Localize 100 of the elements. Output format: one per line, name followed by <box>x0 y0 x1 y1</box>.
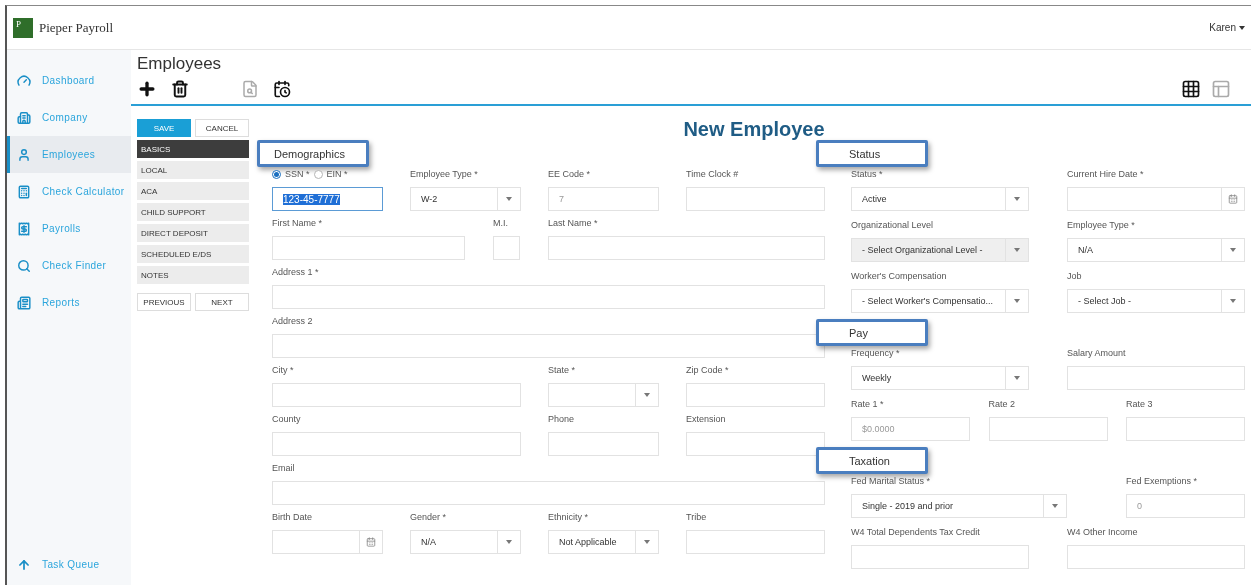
arrow-up-icon <box>17 557 31 572</box>
caret-icon <box>644 393 650 397</box>
section-tab[interactable]: BASICS <box>137 140 249 158</box>
select-field[interactable]: - Select Worker's Compensatio... <box>851 289 1029 313</box>
field-label: Last Name * <box>548 218 598 228</box>
nav-icon <box>17 147 31 162</box>
select-field[interactable] <box>548 383 659 407</box>
date-field[interactable] <box>272 530 383 554</box>
field-label: Fed Exemptions * <box>1126 476 1198 486</box>
field-label: EE Code * <box>548 169 591 179</box>
text-field[interactable] <box>272 285 825 309</box>
nav-icon <box>17 258 31 273</box>
section-tab[interactable]: LOCAL <box>137 161 249 179</box>
section-callout: Status <box>816 140 928 167</box>
field-label: Tribe <box>686 512 707 522</box>
trash-icon[interactable] <box>171 80 189 98</box>
text-field[interactable] <box>272 383 521 407</box>
page-title: Employees <box>137 54 223 74</box>
text-field[interactable]: $0.0000 <box>851 417 970 441</box>
select-field[interactable]: Active <box>851 187 1029 211</box>
text-field[interactable] <box>548 236 825 260</box>
text-field[interactable] <box>686 187 825 211</box>
field-label: Organizational Level <box>851 220 934 230</box>
text-field[interactable] <box>272 432 521 456</box>
field-label: Time Clock # <box>686 169 739 179</box>
text-field[interactable]: 0 <box>1126 494 1245 518</box>
field-label: Current Hire Date * <box>1067 169 1144 179</box>
field-label: Fed Marital Status * <box>851 476 931 486</box>
section-tab[interactable]: DIRECT DEPOSIT <box>137 224 249 242</box>
field-label: Birth Date <box>272 512 313 522</box>
select-field[interactable]: Weekly <box>851 366 1029 390</box>
text-field[interactable] <box>988 417 1108 441</box>
field-label: Ethnicity * <box>548 512 589 522</box>
caret-icon <box>1230 248 1236 252</box>
add-icon[interactable] <box>137 79 157 99</box>
field-label: Rate 3 <box>1126 399 1153 409</box>
calendar-clock-icon[interactable] <box>273 80 291 98</box>
nav-icon <box>17 221 31 236</box>
caret-icon <box>1052 504 1058 508</box>
layout-icon[interactable] <box>1211 79 1231 99</box>
field-label: Address 1 * <box>272 267 319 277</box>
text-field[interactable] <box>686 432 825 456</box>
cancel-button[interactable]: CANCEL <box>195 119 249 137</box>
select-field[interactable]: - Select Job - <box>1067 289 1245 313</box>
field-label: Extension <box>686 414 726 424</box>
grid-icon[interactable] <box>1181 79 1201 99</box>
nav-icon <box>17 295 31 310</box>
section-callout: Pay <box>816 319 928 346</box>
text-field[interactable] <box>493 236 520 260</box>
field-label: W4 Other Income <box>1067 527 1138 537</box>
next-button[interactable]: NEXT <box>195 293 249 311</box>
caret-icon <box>1239 25 1245 30</box>
nav-icon <box>17 184 31 199</box>
select-field[interactable]: W-2 <box>410 187 521 211</box>
app-name: Pieper Payroll <box>39 19 113 36</box>
section-tab[interactable]: CHILD SUPPORT <box>137 203 249 221</box>
section-callout: Demographics <box>257 140 369 167</box>
section-tab[interactable]: NOTES <box>137 266 249 284</box>
field-label: County <box>272 414 301 424</box>
field-label: Gender * <box>410 512 447 522</box>
caret-icon <box>506 540 512 544</box>
text-field[interactable] <box>272 481 825 505</box>
text-field[interactable] <box>686 383 825 407</box>
section-tab[interactable]: SCHEDULED E/DS <box>137 245 249 263</box>
field-label: M.I. <box>493 218 508 228</box>
logo: P <box>13 17 33 38</box>
select-field[interactable]: N/A <box>410 530 521 554</box>
text-field[interactable] <box>686 530 825 554</box>
field-label: State * <box>548 365 576 375</box>
text-field[interactable] <box>1126 417 1245 441</box>
radio-button[interactable] <box>313 169 323 179</box>
radio-button[interactable] <box>272 169 281 179</box>
field-label: Worker's Compensation <box>851 271 947 281</box>
field-label: City * <box>272 365 294 375</box>
field-label: Employee Type * <box>410 169 478 179</box>
section-tab[interactable]: ACA <box>137 182 249 200</box>
select-field[interactable]: N/A <box>1067 238 1245 262</box>
select-field[interactable]: Not Applicable <box>548 530 659 554</box>
field-label: Address 2 <box>272 316 313 326</box>
user-menu[interactable]: Karen <box>1209 22 1245 33</box>
caret-icon <box>1014 248 1020 252</box>
date-field[interactable] <box>1067 187 1245 211</box>
calendar-icon <box>1228 194 1238 204</box>
text-field[interactable] <box>548 432 659 456</box>
document-search-icon[interactable] <box>241 80 259 98</box>
nav-icon <box>17 73 31 88</box>
select-field[interactable]: Single - 2019 and prior <box>851 494 1067 518</box>
text-field[interactable] <box>851 545 1029 569</box>
text-field[interactable] <box>272 334 825 358</box>
text-field[interactable] <box>272 236 465 260</box>
caret-icon <box>1014 197 1020 201</box>
text-field[interactable]: 123-45-7777 <box>272 187 383 211</box>
text-field[interactable] <box>1067 366 1245 390</box>
field-label: Salary Amount <box>1067 348 1126 358</box>
text-field[interactable] <box>1067 545 1245 569</box>
field-label: Email <box>272 463 295 473</box>
previous-button[interactable]: PREVIOUS <box>137 293 191 311</box>
nav-icon <box>17 110 31 125</box>
text-field[interactable]: 7 <box>548 187 659 211</box>
caret-icon <box>1230 299 1236 303</box>
